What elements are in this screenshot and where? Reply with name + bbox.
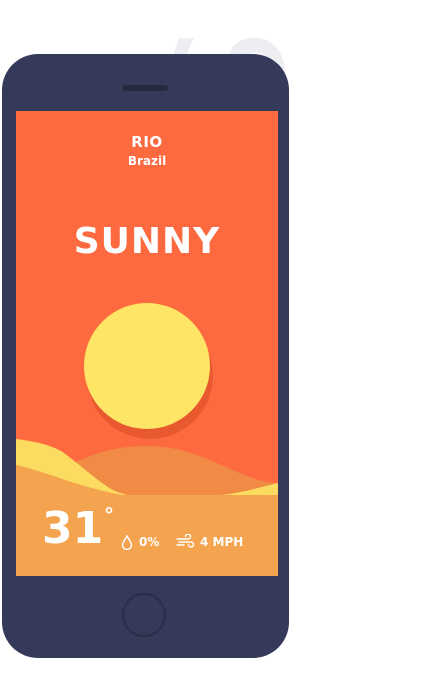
home-button[interactable] bbox=[122, 593, 166, 637]
degree-symbol: ° bbox=[104, 503, 114, 527]
weather-condition: SUNNY bbox=[73, 221, 221, 262]
phone-frame: RIO Brazil SUNNY 31 ° 0% 4 MPH bbox=[2, 54, 289, 658]
city-name: RIO bbox=[131, 133, 163, 151]
sun-icon bbox=[84, 303, 210, 429]
droplet-icon bbox=[121, 535, 133, 550]
weather-screen: RIO Brazil SUNNY 31 ° 0% 4 MPH bbox=[16, 111, 278, 576]
wind-icon bbox=[176, 534, 195, 548]
country-name: Brazil bbox=[127, 154, 167, 168]
humidity-value: 0% bbox=[139, 535, 160, 549]
temperature-value: 31 bbox=[42, 503, 104, 554]
wind-speed-value: 4 MPH bbox=[200, 535, 244, 549]
phone-speaker bbox=[122, 85, 168, 91]
